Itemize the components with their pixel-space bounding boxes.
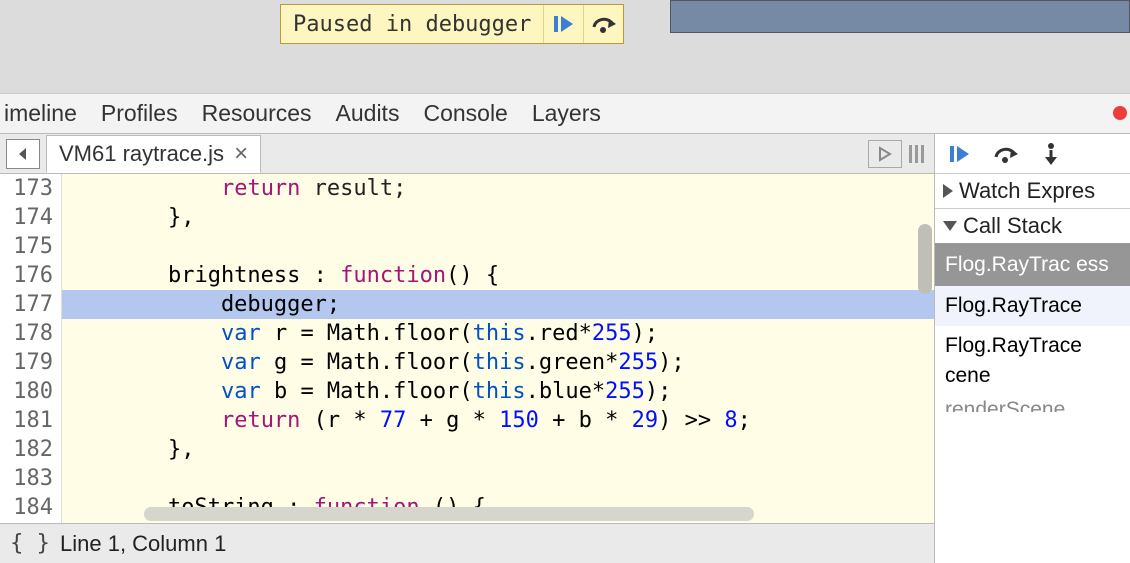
run-snippet-button[interactable] [868,140,902,168]
step-into-icon[interactable] [1041,142,1061,166]
line-number: 179 [0,348,53,377]
tab-layers[interactable]: Layers [532,100,601,127]
file-tab-raytrace[interactable]: VM61 raytrace.js × [46,135,261,173]
stack-frame-text: Flog.RayTrace [945,334,1120,358]
pretty-print-button[interactable]: { } [0,531,60,556]
vertical-scrollbar[interactable] [918,224,932,294]
line-number: 173 [0,174,53,203]
callstack-label: Call Stack [963,213,1062,239]
sources-panel: VM61 raytrace.js × 173 174 [0,133,934,563]
debugger-controls [935,134,1130,174]
resume-icon [553,14,575,34]
code-line: var r = Math.floor(this.red*255); [62,319,934,348]
stack-frame[interactable]: Flog.RayTrace cene [935,326,1130,396]
line-gutter: 173 174 175 176 177 178 179 180 181 182 … [0,174,62,523]
devtools-tabs: imeline Profiles Resources Audits Consol… [0,93,1130,133]
step-over-icon[interactable] [993,143,1019,165]
line-number: 181 [0,406,53,435]
main-area: VM61 raytrace.js × 173 174 [0,133,1130,563]
step-over-icon [591,13,617,35]
step-over-button[interactable] [583,5,623,43]
callstack-section[interactable]: Call Stack [935,209,1130,243]
line-number: 185 [0,522,53,523]
chevron-left-icon [15,146,31,162]
code-line: var g = Math.floor(this.green*255); [62,348,934,377]
file-tab-label: VM61 raytrace.js [59,141,224,167]
browser-viewport-strip: Paused in debugger [0,0,1130,93]
line-number: 176 [0,261,53,290]
watch-label: Watch Expres [959,178,1095,204]
file-tab-row: VM61 raytrace.js × [0,134,934,174]
resume-icon[interactable] [949,144,971,164]
line-number: 184 [0,493,53,522]
paused-label: Paused in debugger [281,5,543,43]
navigator-toggle[interactable] [6,139,40,169]
paused-in-debugger-bar: Paused in debugger [280,4,624,44]
play-icon [877,146,893,162]
chevron-down-icon [943,221,957,231]
line-number: 183 [0,464,53,493]
page-background-panel [670,0,1130,33]
debugger-sidebar: Watch Expres Call Stack Flog.RayTrac ess… [934,133,1130,563]
tab-resources[interactable]: Resources [202,100,312,127]
tab-timeline[interactable]: imeline [4,100,77,127]
resume-button[interactable] [543,5,583,43]
code-line [62,464,934,493]
code-line [62,232,934,261]
status-bar: { } Line 1, Column 1 [0,523,934,563]
line-number: 175 [0,232,53,261]
stack-frame[interactable]: renderScene [935,396,1130,412]
tab-console[interactable]: Console [423,100,507,127]
code-line: brightness : function() { [62,261,934,290]
code-line: var b = Math.floor(this.blue*255); [62,377,934,406]
horizontal-scrollbar[interactable] [144,507,754,521]
error-indicator-icon[interactable] [1113,106,1127,120]
tab-profiles[interactable]: Profiles [101,100,178,127]
line-number: 174 [0,203,53,232]
line-number: 182 [0,435,53,464]
chevron-right-icon [943,184,953,198]
stack-frame-text: cene [945,358,1120,388]
toggle-sidebar-icon[interactable] [908,142,926,166]
stack-frame-active[interactable]: Flog.RayTrac ess [935,243,1130,286]
code-line: }, [62,435,934,464]
code-line-current: debugger; [62,290,934,319]
watch-section[interactable]: Watch Expres [935,174,1130,209]
close-tab-button[interactable]: × [234,140,248,168]
line-number: 177 [0,290,53,319]
tab-audits[interactable]: Audits [336,100,400,127]
stack-frame[interactable]: Flog.RayTrace [935,286,1130,326]
code-content[interactable]: return result; }, brightness : function(… [62,174,934,523]
code-line: return result; [62,174,934,203]
code-editor[interactable]: 173 174 175 176 177 178 179 180 181 182 … [0,174,934,523]
line-number: 180 [0,377,53,406]
line-number: 178 [0,319,53,348]
cursor-position: Line 1, Column 1 [60,531,226,557]
code-line: }, [62,203,934,232]
code-line: return (r * 77 + g * 150 + b * 29) >> 8; [62,406,934,435]
